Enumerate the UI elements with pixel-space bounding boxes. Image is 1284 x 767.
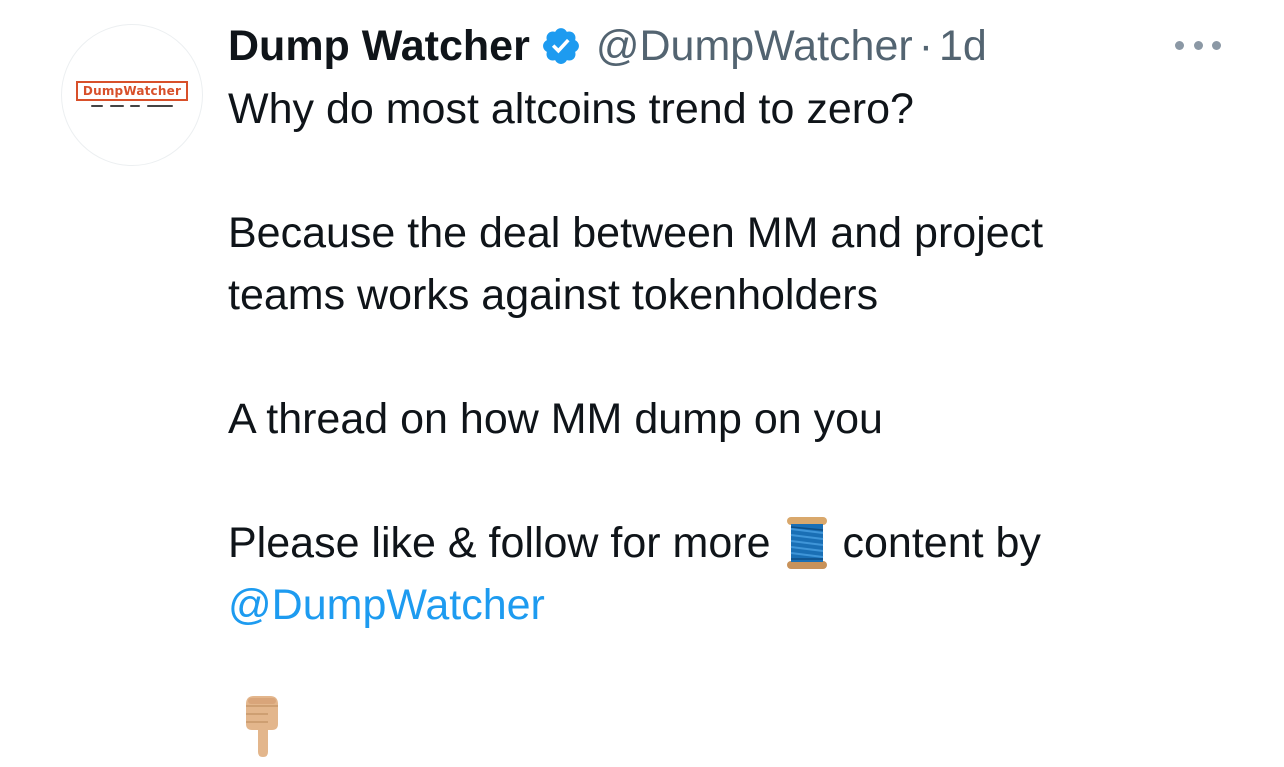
- tweet-text: Please like & follow for more: [228, 519, 771, 567]
- tweet-header: Dump Watcher @DumpWatcher · 1d: [228, 18, 987, 74]
- tweet-text: content by: [842, 519, 1041, 567]
- handle[interactable]: @DumpWatcher: [596, 22, 913, 71]
- pointing-down-emoji: [246, 696, 278, 757]
- avatar[interactable]: DumpWatcher: [61, 24, 203, 166]
- tweet-body: Why do most altcoins trend to zero? Beca…: [228, 78, 1228, 636]
- avatar-tagline: [91, 105, 173, 108]
- tweet-line: Why do most altcoins trend to zero?: [228, 85, 914, 133]
- timestamp[interactable]: 1d: [939, 22, 987, 71]
- mention-link[interactable]: @DumpWatcher: [228, 581, 545, 629]
- tweet-line: A thread on how MM dump on you: [228, 395, 883, 443]
- tweet-line: teams works against tokenholders: [228, 271, 879, 319]
- more-options-icon[interactable]: [1175, 34, 1221, 56]
- verified-badge-icon: [542, 28, 579, 64]
- tweet-line: @DumpWatcher: [228, 574, 1228, 636]
- avatar-logo: DumpWatcher: [75, 80, 189, 101]
- display-name[interactable]: Dump Watcher: [228, 22, 530, 71]
- tweet-line: Because the deal between MM and project: [228, 209, 1044, 257]
- tweet-line: Please like & follow for more content by: [228, 512, 1228, 574]
- thread-spool-emoji: [786, 517, 827, 569]
- separator-dot: ·: [918, 21, 934, 70]
- tweet[interactable]: DumpWatcher Dump Watcher @DumpWatcher · …: [0, 0, 1284, 767]
